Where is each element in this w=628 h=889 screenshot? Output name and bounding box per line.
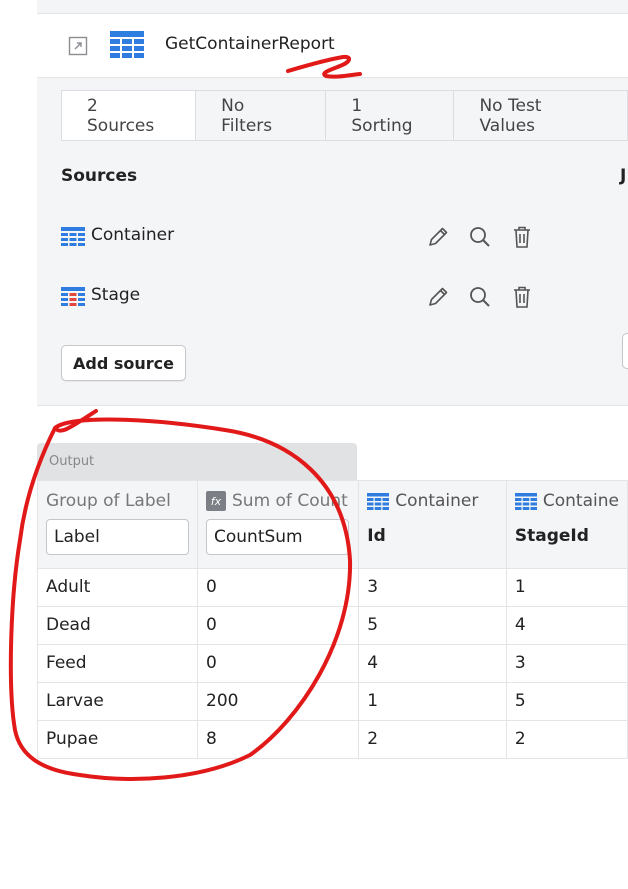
column-caption: Group of Label <box>46 491 171 511</box>
column-alias-input[interactable] <box>46 519 189 555</box>
table-row: Adult 0 3 1 <box>37 568 628 607</box>
table-cell: 1 <box>505 568 628 607</box>
column-caption: Container <box>395 491 479 511</box>
sources-heading: Sources <box>61 166 138 186</box>
query-table-icon <box>110 31 144 59</box>
blue-table-icon <box>61 227 85 246</box>
tabs-divider <box>61 140 628 141</box>
tab-sources[interactable]: 2 Sources <box>61 90 197 141</box>
table-cell: 200 <box>196 682 360 721</box>
table-cell: 1 <box>358 682 507 721</box>
table-cell: 5 <box>358 606 507 645</box>
output-label: Output <box>49 454 95 469</box>
table-cell: Feed <box>37 644 198 683</box>
table-row: Feed 0 4 3 <box>37 644 628 683</box>
source-item-container: Container <box>61 224 541 250</box>
table-cell: Pupae <box>37 720 198 759</box>
column-sum-count: fx Sum of Count <box>196 480 360 569</box>
column-container-stageid: Containe StageId <box>505 480 628 569</box>
query-title-bar: GetContainerReport <box>37 14 628 78</box>
search-icon[interactable] <box>467 224 493 250</box>
table-cell: 0 <box>196 568 360 607</box>
edit-icon[interactable] <box>425 224 451 250</box>
source-item-stage: Stage <box>61 284 541 310</box>
edit-icon[interactable] <box>425 284 451 310</box>
column-field: Id <box>367 526 386 546</box>
add-source-button[interactable]: Add source <box>61 345 186 381</box>
fx-icon: fx <box>206 491 226 511</box>
source-name[interactable]: Container <box>91 225 174 245</box>
red-blue-table-icon <box>61 287 85 306</box>
table-cell: 2 <box>505 720 628 759</box>
column-caption-wrap: Container <box>367 489 498 513</box>
table-cell: Dead <box>37 606 198 645</box>
join-add-button[interactable] <box>622 333 628 369</box>
source-name[interactable]: Stage <box>91 285 140 305</box>
open-external-icon[interactable] <box>68 36 88 56</box>
table-cell: 0 <box>196 606 360 645</box>
table-cell: 8 <box>196 720 360 759</box>
table-cell: Larvae <box>37 682 198 721</box>
output-grid: Group of Label fx Sum of Count Container… <box>37 480 628 759</box>
source-actions <box>425 224 535 250</box>
column-caption: Containe <box>542 491 619 511</box>
tab-test-values[interactable]: No Test Values <box>454 90 628 141</box>
source-actions <box>425 284 535 310</box>
table-icon <box>514 492 537 510</box>
table-cell: 2 <box>358 720 507 759</box>
table-row: Dead 0 5 4 <box>37 606 628 645</box>
delete-icon[interactable] <box>509 284 535 310</box>
delete-icon[interactable] <box>509 224 535 250</box>
table-cell: 4 <box>505 606 628 645</box>
top-strip <box>37 0 628 14</box>
tab-sorting[interactable]: 1 Sorting <box>326 90 455 141</box>
table-row: Pupae 8 2 2 <box>37 720 628 759</box>
config-tabs: 2 Sources No Filters 1 Sorting No Test V… <box>61 90 628 141</box>
tab-filters[interactable]: No Filters <box>196 90 327 141</box>
table-cell: 5 <box>505 682 628 721</box>
table-icon <box>367 492 390 510</box>
table-cell: 3 <box>358 568 507 607</box>
column-caption-wrap: Containe <box>514 489 619 513</box>
column-group-label: Group of Label <box>37 480 198 569</box>
column-alias-input[interactable] <box>206 519 349 555</box>
output-tab[interactable]: Output <box>37 443 357 480</box>
column-container-id: Container Id <box>358 480 507 569</box>
query-config-panel: 2 Sources No Filters 1 Sorting No Test V… <box>37 78 628 406</box>
table-cell: 4 <box>358 644 507 683</box>
table-cell: 3 <box>505 644 628 683</box>
column-field: StageId <box>514 526 589 546</box>
query-title[interactable]: GetContainerReport <box>165 34 335 54</box>
table-cell: Adult <box>37 568 198 607</box>
table-row: Larvae 200 1 5 <box>37 682 628 721</box>
column-caption: Sum of Count <box>232 491 348 511</box>
table-cell: 0 <box>196 644 360 683</box>
grid-header-row: Group of Label fx Sum of Count Container… <box>37 480 628 569</box>
joins-heading: J <box>620 166 627 186</box>
search-icon[interactable] <box>467 284 493 310</box>
column-caption-wrap: fx Sum of Count <box>206 489 350 513</box>
